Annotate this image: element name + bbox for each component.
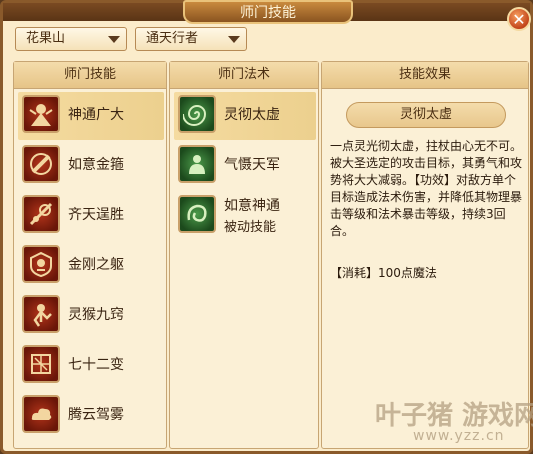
spells-panel: 师门法术 灵彻太虚 气慑天军 如意神通 被动技能 xyxy=(169,61,319,449)
swirl-spell-icon xyxy=(178,195,216,233)
spell-item-sublabel: 被动技能 xyxy=(224,220,277,235)
cudgel-spin-icon xyxy=(22,195,60,233)
window-title: 师门技能 xyxy=(183,0,353,24)
skill-item-label: 七十二变 xyxy=(68,357,124,373)
skill-item-tengyun[interactable]: 腾云驾雾 xyxy=(18,392,164,440)
close-button[interactable]: ✕ xyxy=(507,7,531,31)
skill-item-ruyi[interactable]: 如意金箍 xyxy=(18,142,164,190)
skills-panel: 师门技能 神通广大 如意金箍 齐天逞胜 金刚之躯 灵猴九窍 七十二变 腾云驾雾 xyxy=(13,61,167,449)
cloud-icon xyxy=(22,395,60,433)
transformation-icon xyxy=(22,345,60,383)
skill-item-jingang[interactable]: 金刚之躯 xyxy=(18,242,164,290)
monkey-king-icon xyxy=(22,95,60,133)
spiral-spell-icon xyxy=(178,95,216,133)
spells-panel-header: 师门法术 xyxy=(170,62,318,89)
skill-item-shentong[interactable]: 神通广大 xyxy=(18,92,164,140)
skill-item-linghou[interactable]: 灵猴九窍 xyxy=(18,292,164,340)
spell-item-label: 灵彻太虚 xyxy=(224,107,280,123)
skills-window: 师门技能 ✕ 花果山 通天行者 师门技能 神通广大 如意金箍 齐天逞胜 金刚之躯… xyxy=(0,0,533,454)
skill-item-label: 金刚之躯 xyxy=(68,257,124,273)
vajra-body-icon xyxy=(22,245,60,283)
effect-description: 一点灵光彻太虚，拄杖由心无不可。被大圣选定的攻击目标，其勇气和攻势将大大减弱。【… xyxy=(330,139,523,238)
effect-cost: 【消耗】100点魔法 xyxy=(330,266,437,280)
skills-panel-header: 师门技能 xyxy=(14,62,166,89)
watermark-logo: 叶子猪 游戏网 xyxy=(375,401,533,431)
mode-dropdown[interactable]: 通天行者 xyxy=(135,27,247,51)
effect-panel: 技能效果 灵彻太虚 一点灵光彻太虚，拄杖由心无不可。被大圣选定的攻击目标，其勇气… xyxy=(321,61,529,449)
skill-item-qishier[interactable]: 七十二变 xyxy=(18,342,164,390)
school-dropdown[interactable]: 花果山 xyxy=(15,27,127,51)
chevron-down-icon xyxy=(108,36,120,43)
skill-item-label: 如意金箍 xyxy=(68,157,124,173)
skill-item-label: 灵猴九窍 xyxy=(68,307,124,323)
school-dropdown-value: 花果山 xyxy=(26,31,66,46)
spell-item-qishe[interactable]: 气慑天军 xyxy=(174,142,316,190)
skill-item-label: 齐天逞胜 xyxy=(68,207,124,223)
chevron-down-icon xyxy=(228,36,240,43)
spell-item-lingche[interactable]: 灵彻太虚 xyxy=(174,92,316,140)
effect-panel-header: 技能效果 xyxy=(322,62,528,89)
mode-dropdown-value: 通天行者 xyxy=(146,31,199,46)
buddha-spell-icon xyxy=(178,145,216,183)
close-icon: ✕ xyxy=(512,10,526,29)
golden-staff-icon xyxy=(22,145,60,183)
skill-item-label: 腾云驾雾 xyxy=(68,407,124,423)
skill-item-label: 神通广大 xyxy=(68,107,124,123)
spell-item-ruyi-shentong[interactable]: 如意神通 被动技能 xyxy=(174,192,316,240)
watermark-url: www.yzz.cn xyxy=(413,428,505,444)
spell-item-label: 如意神通 xyxy=(224,198,280,214)
effect-skill-name: 灵彻太虚 xyxy=(346,102,506,128)
spell-item-label: 气慑天军 xyxy=(224,157,280,173)
spirit-monkey-icon xyxy=(22,295,60,333)
skill-item-qitian[interactable]: 齐天逞胜 xyxy=(18,192,164,240)
